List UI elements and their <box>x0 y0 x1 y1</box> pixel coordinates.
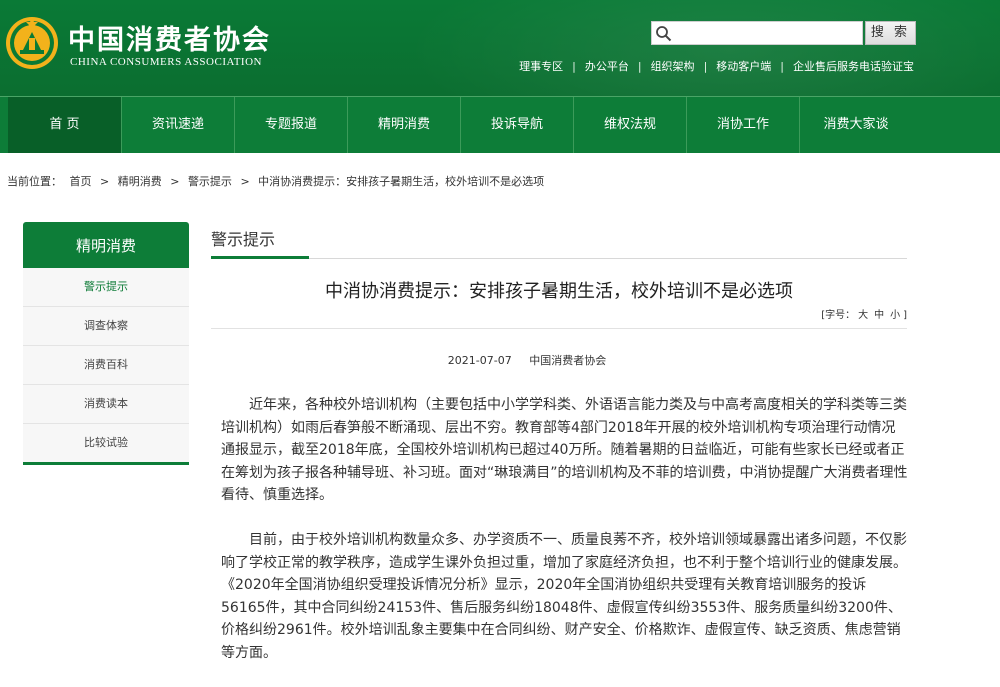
search-button[interactable]: 搜 索 <box>865 21 916 45</box>
font-size-control: [字号：大中小] <box>821 306 907 321</box>
breadcrumb-current: 中消协消费提示：安排孩子暑期生活，校外培训不是必选项 <box>258 175 545 188</box>
search-box <box>651 21 864 45</box>
nav-home[interactable]: 首 页 <box>8 97 121 153</box>
search-input[interactable] <box>676 24 864 44</box>
nav-news[interactable]: 资讯速递 <box>122 97 234 153</box>
breadcrumb: 当前位置： 首页 > 精明消费 > 警示提示 > 中消协消费提示：安排孩子暑期生… <box>7 173 544 189</box>
nav-rights-laws[interactable]: 维权法规 <box>574 97 686 153</box>
breadcrumb-warnings[interactable]: 警示提示 <box>188 175 232 188</box>
site-header: 中国消费者协会 CHINA CONSUMERS ASSOCIATION 搜 索 … <box>0 0 1000 96</box>
nav-special-reports[interactable]: 专题报道 <box>235 97 347 153</box>
site-subtitle: CHINA CONSUMERS ASSOCIATION <box>70 56 262 68</box>
article-meta: 2021-07-07 中国消费者协会 <box>211 352 843 368</box>
sidebar-item-comparison-tests[interactable]: 比较试验 <box>23 424 189 462</box>
font-size-medium[interactable]: 中 <box>874 310 884 321</box>
article-source: 中国消费者协会 <box>529 354 607 367</box>
article-title: 中消协消费提示：安排孩子暑期生活，校外培训不是必选项 <box>325 281 793 302</box>
font-size-label: [字号： <box>821 310 856 321</box>
breadcrumb-smart-consumption[interactable]: 精明消费 <box>118 175 162 188</box>
breadcrumb-separator: > <box>170 175 180 188</box>
consumer-association-emblem-icon[interactable] <box>4 12 60 72</box>
nav-association-work[interactable]: 消协工作 <box>687 97 799 153</box>
breadcrumb-prefix: 当前位置： <box>7 175 62 188</box>
breadcrumb-separator: > <box>100 175 110 188</box>
nav-smart-consumption[interactable]: 精明消费 <box>348 97 460 153</box>
top-link-board[interactable]: 理事专区 <box>519 58 563 74</box>
site-title[interactable]: 中国消费者协会 <box>68 18 271 57</box>
font-size-large[interactable]: 大 <box>858 310 868 321</box>
article-body: 近年来，各种校外培训机构（主要包括中小学学科类、外语语言能力类及与中高考高度相关… <box>221 394 908 687</box>
article-date: 2021-07-07 <box>447 354 512 367</box>
section-divider-accent <box>211 256 309 259</box>
breadcrumb-separator: > <box>240 175 250 188</box>
search-icon <box>656 26 672 42</box>
top-link-office[interactable]: 办公平台 <box>585 58 629 74</box>
font-size-small[interactable]: 小 <box>890 310 900 321</box>
article-paragraph: 目前，由于校外培训机构数量众多、办学资质不一、质量良莠不齐，校外培训领域暴露出诸… <box>221 531 907 661</box>
divider: | <box>703 59 708 73</box>
breadcrumb-home[interactable]: 首页 <box>70 175 92 188</box>
divider: | <box>780 59 784 73</box>
main-nav: 首 页 资讯速递 专题报道 精明消费 投诉导航 维权法规 消协工作 消费大家谈 <box>0 96 1000 153</box>
section-title: 警示提示 <box>211 230 276 249</box>
meta-divider <box>211 328 907 329</box>
section-divider <box>211 258 907 259</box>
nav-consumer-talk[interactable]: 消费大家谈 <box>800 97 912 153</box>
nav-complaint-guide[interactable]: 投诉导航 <box>461 97 573 153</box>
top-link-service-verify[interactable]: 企业售后服务电话验证宝 <box>793 58 914 74</box>
sidebar-title: 精明消费 <box>23 222 189 268</box>
sidebar: 精明消费 警示提示 调查体察 消费百科 消费读本 比较试验 <box>23 222 189 465</box>
top-link-organization[interactable]: 组织架构 <box>651 58 695 74</box>
article-paragraph: 近年来，各种校外培训机构（主要包括中小学学科类、外语语言能力类及与中高考高度相关… <box>221 397 908 504</box>
sidebar-item-warnings[interactable]: 警示提示 <box>23 268 189 307</box>
sidebar-list: 警示提示 调查体察 消费百科 消费读本 比较试验 <box>23 268 189 465</box>
top-links: 理事专区 | 办公平台 | 组织架构 | 移动客户端 | 企业售后服务电话验证宝 <box>519 58 914 74</box>
sidebar-item-encyclopedia[interactable]: 消费百科 <box>23 346 189 385</box>
sidebar-item-readers[interactable]: 消费读本 <box>23 385 189 424</box>
font-size-suffix: ] <box>903 310 907 321</box>
divider: | <box>572 59 576 73</box>
sidebar-item-surveys[interactable]: 调查体察 <box>23 307 189 346</box>
top-link-mobile[interactable]: 移动客户端 <box>716 58 771 74</box>
divider: | <box>637 59 642 73</box>
